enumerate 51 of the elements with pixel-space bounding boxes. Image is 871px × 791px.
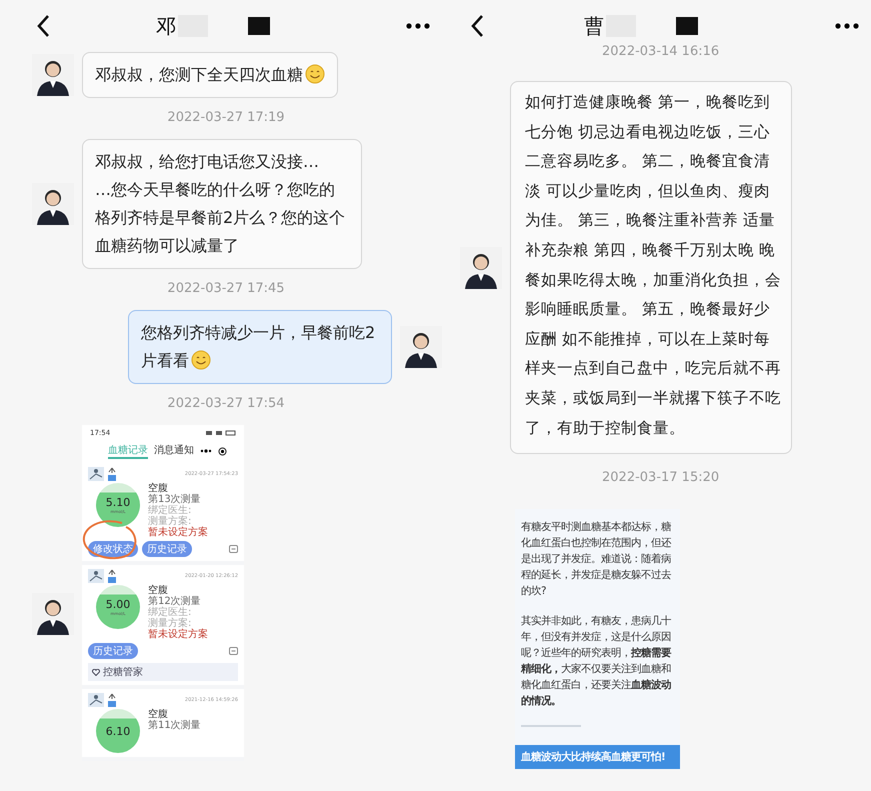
plan-label: 暂未设定方案 xyxy=(148,527,208,538)
article-paragraph: 其实并非如此，有糖友，患病几十年，但没有并发症，这是什么原因呢？近些年的研究表明，控糖需要精细化，大家不仅要关注到血糖和糖化血红蛋白，还要关注血糖波动的情况。 xyxy=(521,614,672,710)
article-banner: 血糖波动大比持续高血糖更可怕! xyxy=(515,745,680,770)
chat-title: 曹 xyxy=(584,12,604,40)
count-label: 第12次测量 xyxy=(148,596,202,607)
timestamp: 2022-03-27 17:54 xyxy=(167,396,285,411)
redaction-block xyxy=(676,17,698,35)
glucose-gauge: 6.10 xyxy=(96,709,140,753)
tab[interactable]: 消息通知 xyxy=(154,443,194,459)
status-icons xyxy=(206,430,236,436)
chat-title: 邓 xyxy=(156,12,176,40)
info-label: 测量方案: xyxy=(148,516,192,527)
heart-icon xyxy=(92,668,100,676)
banner-bar[interactable]: 控糖管家 xyxy=(88,663,238,681)
info-label: 绑定医生: xyxy=(148,607,192,618)
back-icon[interactable] xyxy=(36,14,50,38)
back-icon[interactable] xyxy=(470,14,484,38)
count-label: 第13次测量 xyxy=(148,494,202,505)
more-icon[interactable] xyxy=(200,449,212,453)
user-thumbnail xyxy=(88,569,104,583)
article-card[interactable]: 有糖友平时测血糖基本都达标，糖化血红蛋白也控制在范围内，但还是出现了并发症。难道说：随着病程的延长，并发症是糖友躲不过去的坎? 其实并非如此，有糖友，患病几十年，但没有并发症，这是什么原因呢？近些年的研究表明，控糖需要精细化，大家不仅要关注到血糖和糖化血红蛋白，还要关注血糖波动的情况。 血糖波动大比持续高血糖更可怕! xyxy=(515,509,680,770)
message-icon[interactable] xyxy=(229,647,238,655)
timestamp: 2022-03-14 16:16 xyxy=(602,44,720,59)
message-bubble: 您格列齐特减少一片，早餐前吃2片看看 xyxy=(128,310,392,384)
timestamp: 2022-03-27 17:45 xyxy=(167,281,285,296)
info-label: 测量方案: xyxy=(148,618,192,629)
more-icon[interactable] xyxy=(406,23,430,29)
count-label: 第11次测量 xyxy=(148,720,201,731)
redaction-block xyxy=(248,17,270,35)
timestamp: 2022-03-27 17:19 xyxy=(167,110,285,125)
tab[interactable]: 血糖记录 xyxy=(108,443,148,459)
person-badge-icon xyxy=(108,693,116,707)
timestamp: 2022-03-17 15:20 xyxy=(602,470,720,486)
info-label: 绑定医生: xyxy=(148,505,192,516)
user-thumbnail xyxy=(88,467,104,481)
person-badge-icon xyxy=(108,569,116,583)
message-icon[interactable] xyxy=(229,545,238,553)
article-paragraph: 有糖友平时测血糖基本都达标，糖化血红蛋白也控制在范围内，但还是出现了并发症。难道说：随着病程的延长，并发症是糖友躲不过去的坎? xyxy=(521,520,672,600)
person-badge-icon xyxy=(108,467,116,481)
target-icon[interactable] xyxy=(218,446,227,456)
meal-label: 空腹 xyxy=(148,483,169,494)
meal-label: 空腹 xyxy=(148,585,169,596)
plan-label: 暂未设定方案 xyxy=(148,629,208,640)
user-thumbnail xyxy=(88,693,104,707)
more-icon[interactable] xyxy=(835,23,859,29)
record-button[interactable]: 历史记录 xyxy=(142,541,192,557)
record-button[interactable]: 历史记录 xyxy=(88,643,138,659)
message-bubble: 邓叔叔，给您打电话您又没接… …您今天早餐吃的什么呀？您吃的格列齐特是早餐前2片么？您的这个血糖药物可以减量了 xyxy=(82,139,362,269)
message-bubble: 邓叔叔，您测下全天四次血糖 xyxy=(82,52,338,98)
meal-label: 空腹 xyxy=(148,709,169,720)
message-bubble: 如何打造健康晚餐 第一，晚餐吃到七分饱 切忌边看电视边吃饭，三心二意容易吃多。 第二，晚餐宜食清淡 可以少量吃肉，但以鱼肉、瘦肉为佳。 第三，晚餐注重补营养 适量补充杂粮 第四，晚餐千万别太晚 晚餐如果吃得太晚，加重消化负担，会影响睡眠质量。 第五，晚餐最好少应酬 如不能推掉，可以在上菜时每样夹一点到自己盘中，吃完后就不再夹菜，或饭局到一半就撂下筷子不吃了，有助于控制食量。 xyxy=(510,81,792,454)
